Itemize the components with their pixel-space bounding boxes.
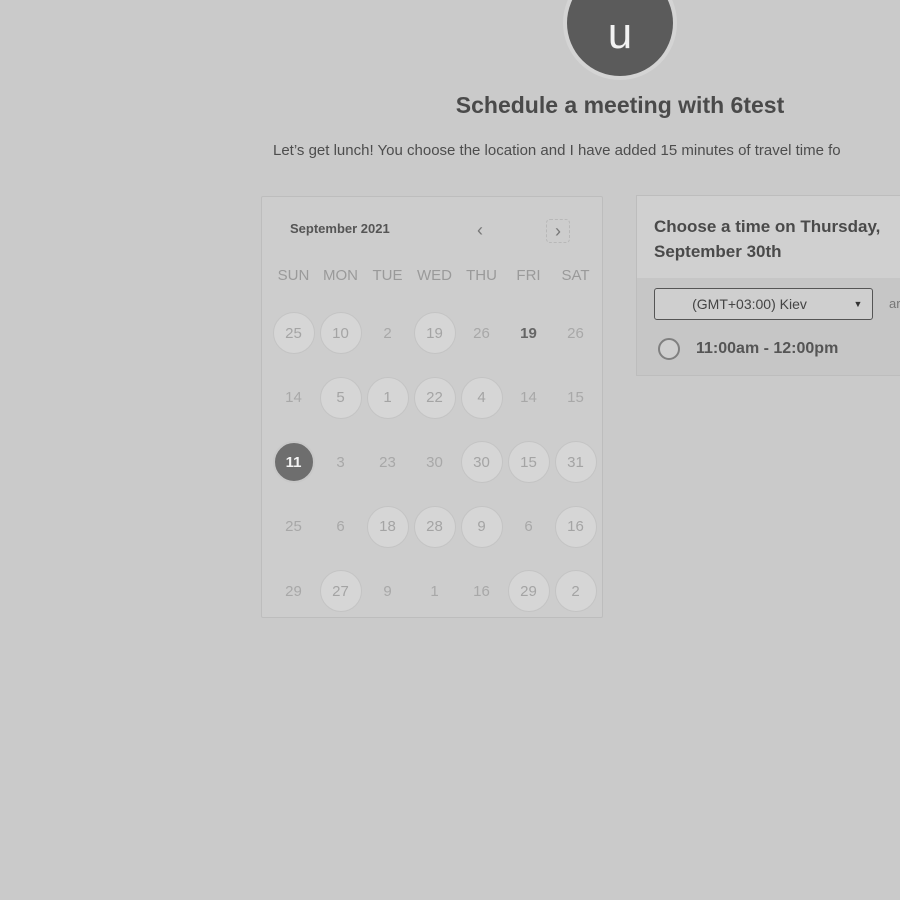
calendar-day-label: 14 xyxy=(520,389,537,407)
calendar-day: 2 xyxy=(364,301,411,366)
calendar-day-label: 14 xyxy=(285,389,302,407)
calendar-day[interactable]: 16 xyxy=(552,495,599,560)
calendar-day[interactable]: 10 xyxy=(317,301,364,366)
next-month-button[interactable]: › xyxy=(546,219,570,243)
timezone-select[interactable]: (GMT+03:00) Kiev ▼ xyxy=(654,288,873,320)
calendar-day-label: 3 xyxy=(336,453,345,471)
time-panel-header: Choose a time on Thursday, September 30t… xyxy=(637,196,900,278)
calendar-day[interactable]: 25 xyxy=(270,301,317,366)
weekday-header: SUN MON TUE WED THU FRI SAT xyxy=(270,267,599,284)
weekday-label: MON xyxy=(323,267,358,284)
weekday-label: FRI xyxy=(516,267,541,284)
calendar-day[interactable]: 4 xyxy=(458,366,505,431)
calendar-day-label: 29 xyxy=(285,582,302,600)
calendar-day[interactable]: 28 xyxy=(411,495,458,560)
calendar-day-label: 16 xyxy=(554,505,597,548)
calendar-day-label: 28 xyxy=(413,505,456,548)
calendar-day-label: 30 xyxy=(460,441,503,484)
calendar-day-label: 16 xyxy=(473,582,490,600)
calendar-day[interactable]: 22 xyxy=(411,366,458,431)
calendar-day: 14 xyxy=(270,366,317,431)
time-slot-option[interactable]: 11:00am - 12:00pm xyxy=(658,338,838,360)
weekday-label: TUE xyxy=(372,267,403,284)
calendar-day: 29 xyxy=(270,559,317,624)
time-slot-label: 11:00am - 12:00pm xyxy=(696,340,839,357)
caret-down-icon: ▼ xyxy=(853,299,863,309)
calendar-day-label: 25 xyxy=(272,312,315,355)
calendar-day-label: 30 xyxy=(426,453,443,471)
calendar-day-label: 26 xyxy=(473,324,490,342)
calendar-day-label: 9 xyxy=(460,505,503,548)
calendar-month-label: September 2021 xyxy=(290,221,390,236)
calendar-day: 9 xyxy=(364,559,411,624)
calendar-day[interactable]: 9 xyxy=(458,495,505,560)
calendar-day-label: 19 xyxy=(413,312,456,355)
calendar-day: 25 xyxy=(270,495,317,560)
calendar-day-label: 27 xyxy=(319,570,362,613)
calendar-day[interactable]: 31 xyxy=(552,430,599,495)
calendar-day: 14 xyxy=(505,366,552,431)
calendar-day-label: 31 xyxy=(554,441,597,484)
calendar-day: 16 xyxy=(458,559,505,624)
page-title: Schedule a meeting with 6test xyxy=(455,92,785,118)
calendar-day-label: 15 xyxy=(507,441,550,484)
calendar-day[interactable]: 30 xyxy=(458,430,505,495)
calendar-day: 6 xyxy=(317,495,364,560)
calendar-day: 26 xyxy=(552,301,599,366)
calendar-day-selected[interactable]: 11 xyxy=(270,430,317,495)
time-panel-title: Choose a time on Thursday, September 30t… xyxy=(654,217,881,261)
chevron-left-icon: ‹ xyxy=(477,219,483,240)
calendar-day: 3 xyxy=(317,430,364,495)
calendar-day: 26 xyxy=(458,301,505,366)
avatar: u xyxy=(567,0,673,76)
calendar-day-label: 15 xyxy=(567,389,584,407)
calendar-day[interactable]: 18 xyxy=(364,495,411,560)
previous-month-button[interactable]: ‹ xyxy=(469,219,491,241)
calendar-day: 15 xyxy=(552,366,599,431)
timezone-extra-text: ar xyxy=(889,296,900,311)
calendar-day[interactable]: 15 xyxy=(505,430,552,495)
calendar-day-label: 19 xyxy=(520,324,537,342)
calendar-day-label: 11 xyxy=(272,441,315,484)
calendar-day-label: 2 xyxy=(554,570,597,613)
weekday-label: SUN xyxy=(277,267,310,284)
calendar-day-label: 4 xyxy=(460,376,503,419)
calendar-day-label: 6 xyxy=(524,518,533,536)
calendar-day-label: 22 xyxy=(413,376,456,419)
calendar-day-label: 5 xyxy=(319,376,362,419)
calendar-day: 30 xyxy=(411,430,458,495)
calendar-days-grid: 25 10 2 19 26 19 26 14 5 1 22 4 14 15 11 3 23 30 30 15 31 25 6… xyxy=(270,301,599,624)
calendar-day-label: 26 xyxy=(567,324,584,342)
timezone-value: (GMT+03:00) Kiev xyxy=(692,296,807,312)
time-selection-panel: Choose a time on Thursday, September 30t… xyxy=(636,195,900,376)
avatar-initial: u xyxy=(607,9,633,58)
weekday-label: WED xyxy=(417,267,452,284)
calendar-day-label: 18 xyxy=(366,505,409,548)
calendar-day-label: 6 xyxy=(336,518,345,536)
calendar-day[interactable]: 19 xyxy=(411,301,458,366)
calendar-day[interactable]: 2 xyxy=(552,559,599,624)
calendar-day-label: 10 xyxy=(319,312,362,355)
calendar-day-label: 25 xyxy=(285,518,302,536)
weekday-label: THU xyxy=(466,267,497,284)
page-subtitle: Let’s get lunch! You choose the location… xyxy=(273,142,841,159)
calendar-day: 19 xyxy=(505,301,552,366)
calendar-day-label: 23 xyxy=(379,453,396,471)
calendar-day[interactable]: 1 xyxy=(364,366,411,431)
calendar-day: 23 xyxy=(364,430,411,495)
calendar: September 2021 ‹ › SUN MON TUE WED THU F… xyxy=(261,196,603,618)
calendar-day-label: 29 xyxy=(507,570,550,613)
calendar-day[interactable]: 29 xyxy=(505,559,552,624)
chevron-right-icon: › xyxy=(555,220,561,241)
weekday-label: SAT xyxy=(561,267,590,284)
calendar-day: 6 xyxy=(505,495,552,560)
calendar-day-label: 2 xyxy=(383,324,392,342)
calendar-day-label: 1 xyxy=(366,376,409,419)
calendar-day-label: 9 xyxy=(383,582,392,600)
calendar-day-label: 1 xyxy=(430,582,439,600)
calendar-day: 1 xyxy=(411,559,458,624)
radio-button-icon[interactable] xyxy=(658,338,680,360)
calendar-day[interactable]: 27 xyxy=(317,559,364,624)
calendar-day[interactable]: 5 xyxy=(317,366,364,431)
